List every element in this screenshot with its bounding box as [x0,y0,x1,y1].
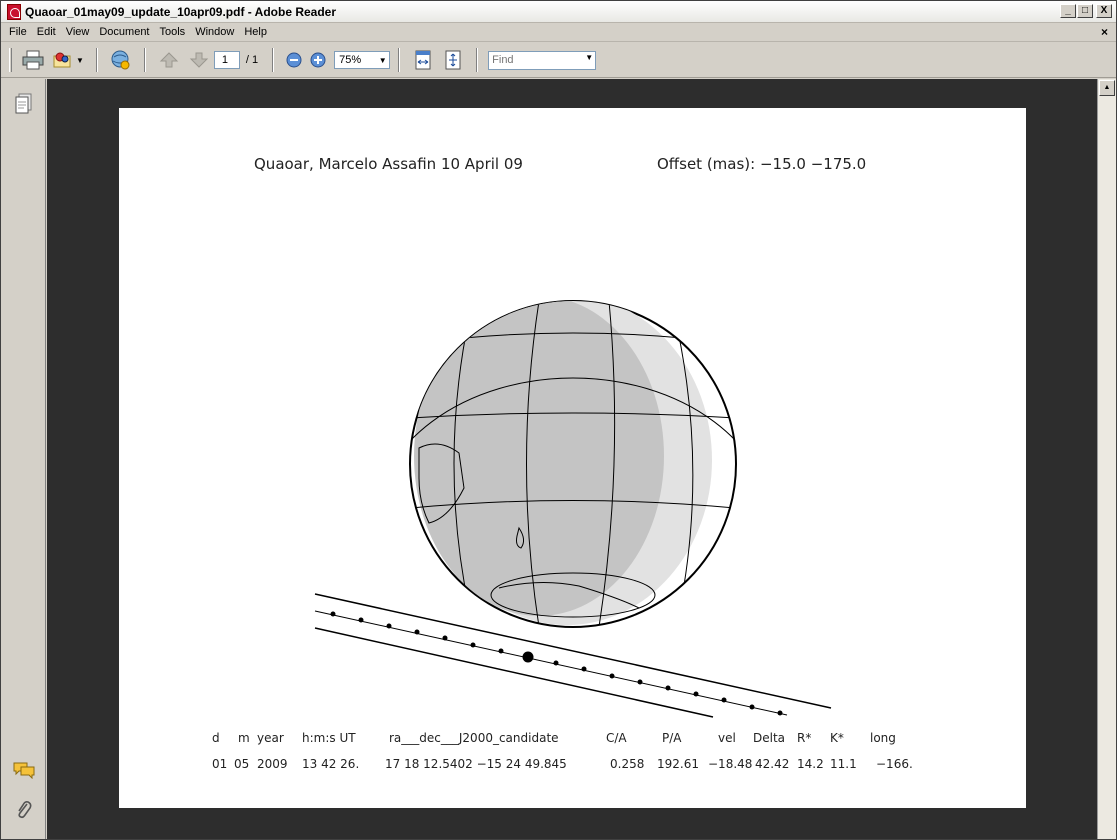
value-year: 2009 [257,757,288,771]
up-arrow-icon [159,52,179,68]
toolbar-separator [272,48,275,72]
menu-tools[interactable]: Tools [155,26,191,38]
value-rstar: 14.2 [797,757,824,771]
adobe-reader-icon [7,3,21,20]
header-delta: Delta [753,731,785,745]
paperclip-icon [18,801,32,819]
header-rstar: R* [797,731,811,745]
app-window: Quaoar_01may09_update_10apr09.pdf - Adob… [0,0,1117,840]
fit-width-button[interactable] [410,47,436,73]
zoom-out-icon [286,52,302,68]
page-number-input[interactable]: 1 [213,51,240,69]
toolbar-grip[interactable] [9,48,12,72]
zoom-in-button[interactable] [308,47,328,73]
header-m: m [238,731,250,745]
close-document-button[interactable]: × [1101,23,1108,42]
previous-page-button[interactable] [156,47,182,73]
pages-icon [15,93,32,114]
chevron-down-icon[interactable]: ▼ [376,52,389,68]
close-button[interactable]: X [1096,4,1112,18]
chevron-down-icon[interactable]: ▼ [585,53,593,62]
menu-edit[interactable]: Edit [32,26,61,38]
value-kstar: 11.1 [830,757,857,771]
value-delta: 42.42 [755,757,789,771]
attachments-panel-button[interactable] [13,799,35,821]
value-hms: 13 42 26. [302,757,359,771]
email-dropdown-icon[interactable]: ▼ [76,56,84,65]
navigation-pane [1,79,46,839]
header-kstar: K* [830,731,844,745]
value-radec: 17 18 12.5402 −15 24 49.845 [385,757,567,771]
zoom-value: 75% [339,54,362,66]
menu-window[interactable]: Window [190,26,239,38]
document-title: Quaoar, Marcelo Assafin 10 April 09 [254,155,523,173]
toolbar-separator [476,48,479,72]
menu-document[interactable]: Document [94,26,154,38]
printer-icon [22,50,44,70]
value-d: 01 [212,757,227,771]
fit-width-icon [415,50,431,70]
pages-panel-button[interactable] [13,93,35,115]
title-bar[interactable]: Quaoar_01may09_update_10apr09.pdf - Adob… [1,1,1116,23]
toolbar: ▼ 1 / 1 75% ▼ Find ▼ [1,43,1116,78]
zoom-out-button[interactable] [284,47,304,73]
window-title: Quaoar_01may09_update_10apr09.pdf - Adob… [25,4,337,19]
header-hms: h:m:s UT [302,731,356,745]
menu-bar: File Edit View Document Tools Window Hel… [1,23,1116,42]
zoom-in-icon [310,52,326,68]
toolbar-separator [95,48,98,72]
next-page-button[interactable] [186,47,212,73]
find-input[interactable] [489,52,582,68]
header-ca: C/A [606,731,627,745]
value-ca: 0.258 [610,757,644,771]
vertical-scrollbar[interactable]: ▲ [1097,79,1116,839]
comments-icon [13,762,35,779]
header-d: d [212,731,220,745]
find-field[interactable]: ▼ [488,50,597,70]
toolbar-separator [398,48,401,72]
search-web-icon [111,50,130,70]
header-year: year [257,731,284,745]
print-button[interactable] [20,47,46,73]
down-arrow-icon [189,52,209,68]
window-controls: _ □ X [1060,4,1112,18]
header-long: long [870,731,896,745]
value-vel: −18.48 [708,757,752,771]
menu-view[interactable]: View [61,26,95,38]
pdf-page: Quaoar, Marcelo Assafin 10 April 09 Offs… [119,108,1026,808]
header-vel: vel [718,731,736,745]
fit-page-button[interactable] [440,47,466,73]
header-pa: P/A [662,731,682,745]
value-long: −166. [876,757,913,771]
comments-panel-button[interactable] [13,759,35,781]
menu-help[interactable]: Help [239,26,272,38]
scroll-up-icon[interactable]: ▲ [1099,80,1115,96]
page-count: / 1 [245,54,259,66]
header-radec: ra___dec___J2000_candidate [389,731,559,745]
search-web-button[interactable] [108,47,134,73]
page-figure: Quaoar, Marcelo Assafin 10 April 09 Offs… [212,155,913,771]
email-icon [53,52,71,68]
minimize-button[interactable]: _ [1060,4,1076,18]
maximize-button[interactable]: □ [1077,4,1093,18]
event-table: d m year h:m:s UT ra___dec___J2000_candi… [212,731,913,771]
zoom-select[interactable]: 75% ▼ [334,51,391,69]
fit-page-icon [445,50,461,70]
toolbar-separator [143,48,146,72]
menu-file[interactable]: File [1,26,32,38]
offset-label: Offset (mas): −15.0 −175.0 [657,155,866,173]
value-pa: 192.61 [657,757,699,771]
email-button[interactable] [50,47,76,73]
value-m: 05 [234,757,249,771]
